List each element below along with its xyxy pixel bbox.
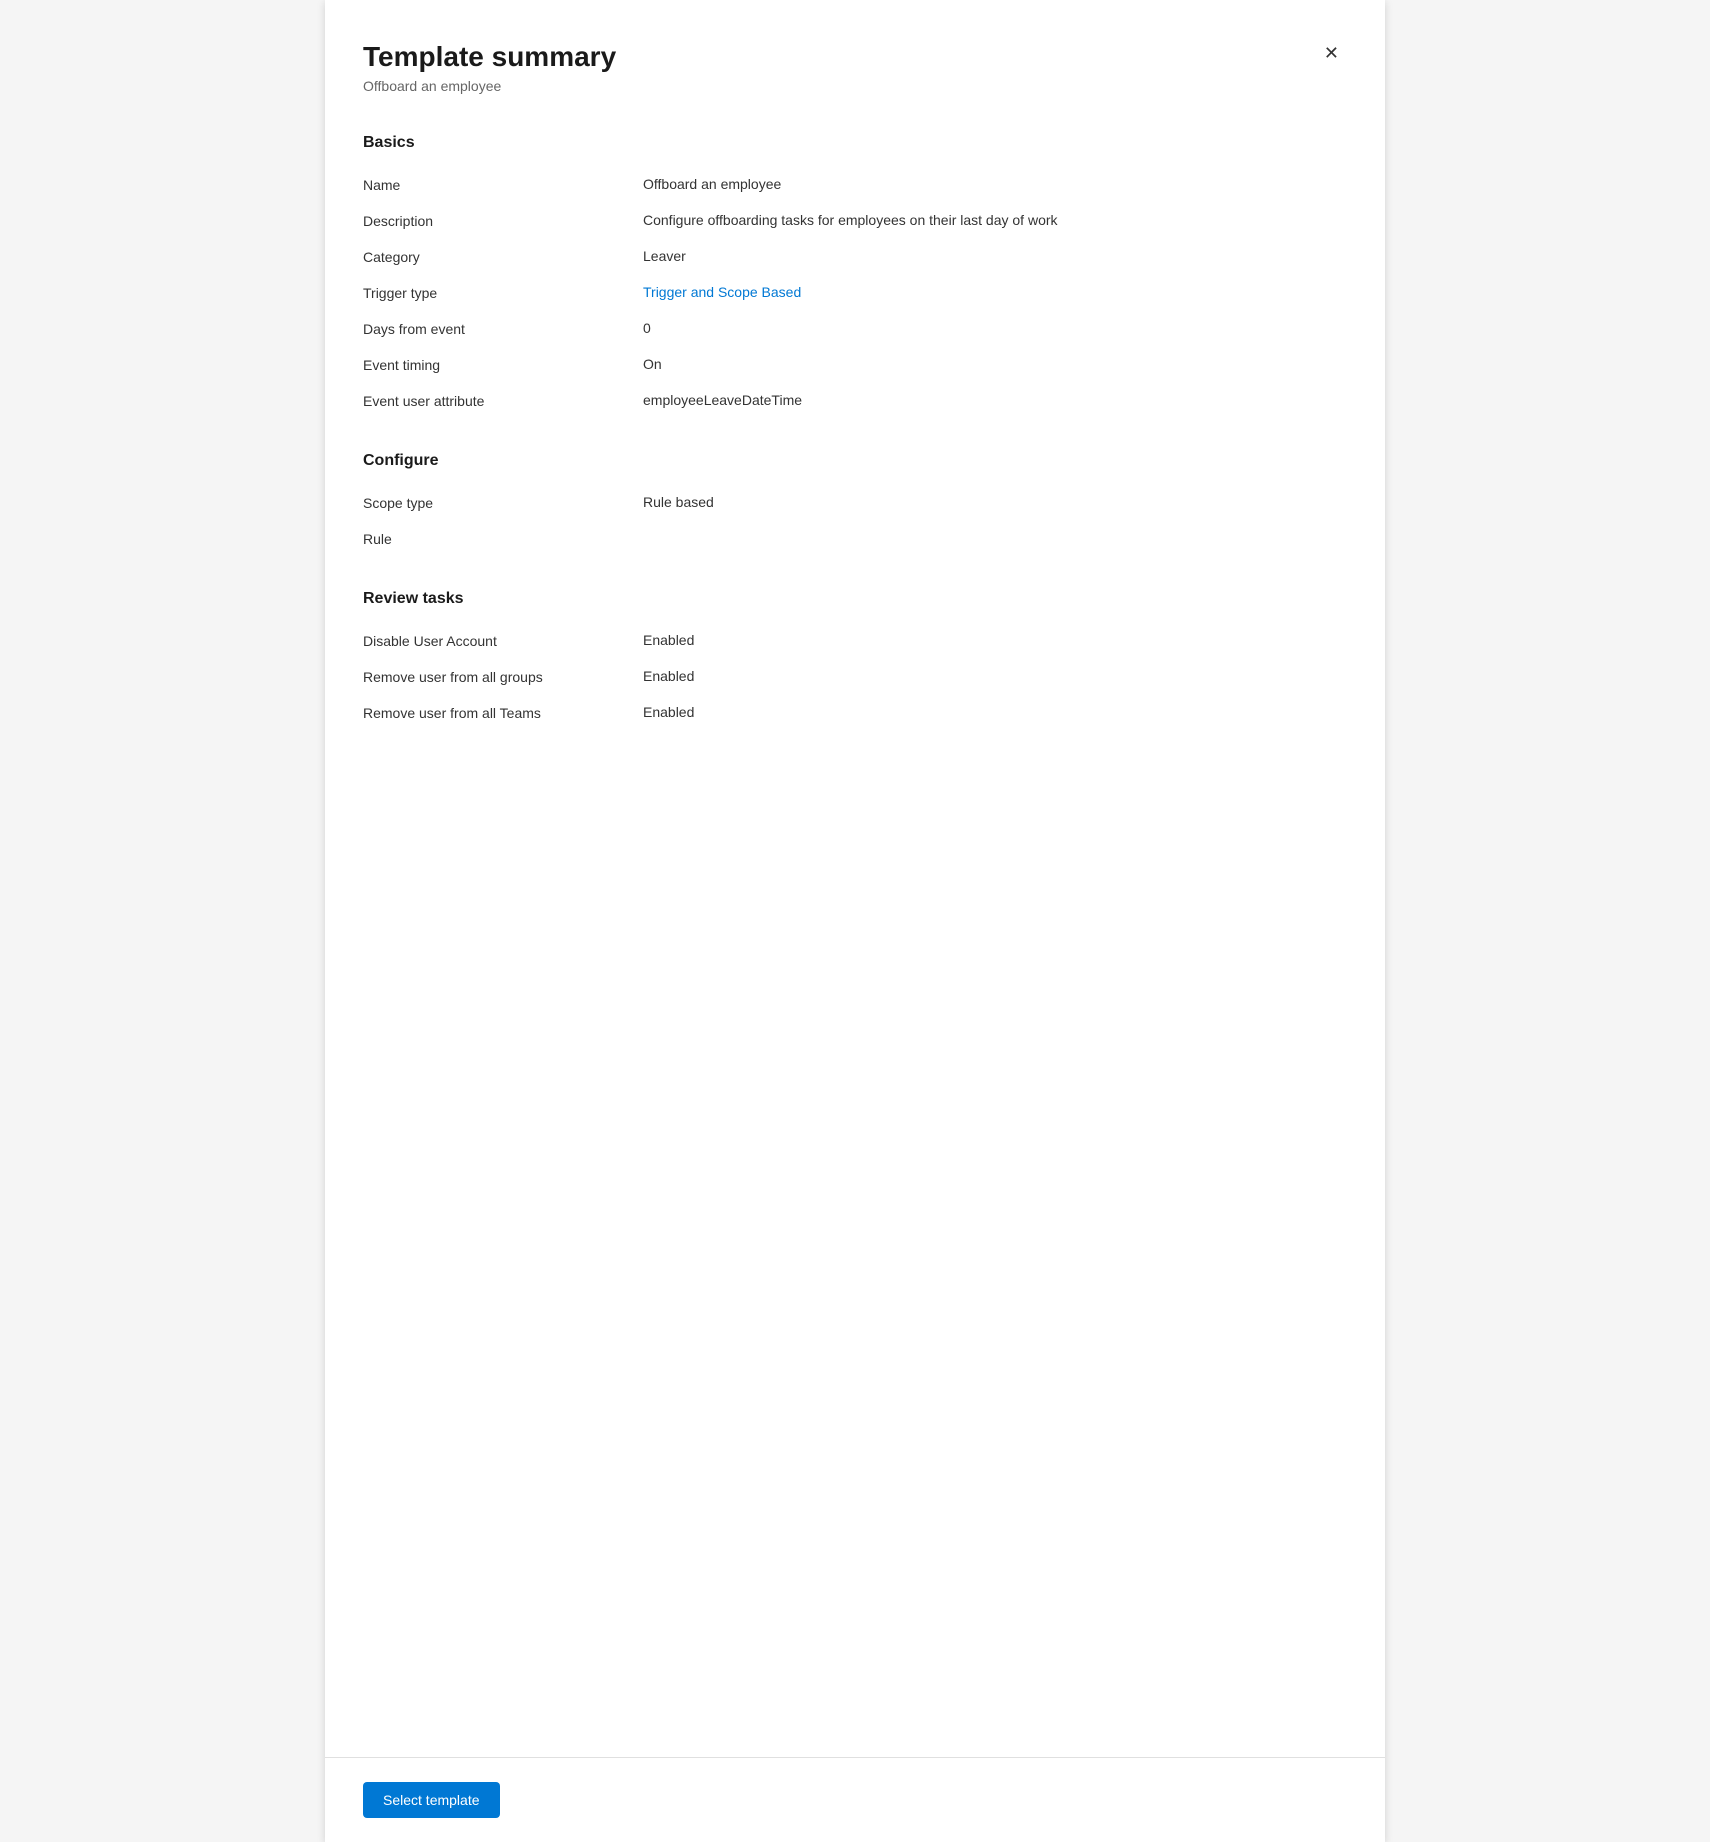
field-value-event-user-attribute: employeeLeaveDateTime xyxy=(643,392,1347,408)
field-label-scope-type: Scope type xyxy=(363,494,643,511)
field-value-category: Leaver xyxy=(643,248,1347,264)
review-tasks-section: Review tasks Disable User Account Enable… xyxy=(363,590,1347,732)
field-label-days-from-event: Days from event xyxy=(363,320,643,337)
field-label-description: Description xyxy=(363,212,643,229)
basics-section: Basics Name Offboard an employee Descrip… xyxy=(363,134,1347,420)
field-label-category: Category xyxy=(363,248,643,265)
panel-header: Template summary Offboard an employee ✕ xyxy=(363,40,1347,94)
field-label-remove-from-teams: Remove user from all Teams xyxy=(363,704,643,721)
field-value-remove-from-groups: Enabled xyxy=(643,668,1347,684)
field-row-description: Description Configure offboarding tasks … xyxy=(363,204,1347,240)
panel-content: Template summary Offboard an employee ✕ … xyxy=(325,0,1385,1757)
field-row-category: Category Leaver xyxy=(363,240,1347,276)
field-label-event-user-attribute: Event user attribute xyxy=(363,392,643,409)
field-row-days-from-event: Days from event 0 xyxy=(363,312,1347,348)
field-row-event-timing: Event timing On xyxy=(363,348,1347,384)
field-row-rule: Rule xyxy=(363,522,1347,558)
field-row-remove-from-teams: Remove user from all Teams Enabled xyxy=(363,696,1347,732)
template-summary-panel: Template summary Offboard an employee ✕ … xyxy=(325,0,1385,1842)
field-row-trigger-type: Trigger type Trigger and Scope Based xyxy=(363,276,1347,312)
field-label-name: Name xyxy=(363,176,643,193)
field-value-trigger-type: Trigger and Scope Based xyxy=(643,284,1347,300)
panel-footer: Select template xyxy=(325,1757,1385,1842)
field-value-event-timing: On xyxy=(643,356,1347,372)
field-label-trigger-type: Trigger type xyxy=(363,284,643,301)
field-label-remove-from-groups: Remove user from all groups xyxy=(363,668,643,685)
field-label-disable-user-account: Disable User Account xyxy=(363,632,643,649)
field-label-rule: Rule xyxy=(363,530,643,547)
field-value-remove-from-teams: Enabled xyxy=(643,704,1347,720)
configure-section: Configure Scope type Rule based Rule xyxy=(363,452,1347,558)
field-value-days-from-event: 0 xyxy=(643,320,1347,336)
review-tasks-section-title: Review tasks xyxy=(363,590,1347,608)
close-button[interactable]: ✕ xyxy=(1316,40,1347,66)
close-icon: ✕ xyxy=(1324,44,1339,62)
select-template-button[interactable]: Select template xyxy=(363,1782,500,1818)
field-row-scope-type: Scope type Rule based xyxy=(363,486,1347,522)
field-row-disable-user-account: Disable User Account Enabled xyxy=(363,624,1347,660)
basics-section-title: Basics xyxy=(363,134,1347,152)
field-row-name: Name Offboard an employee xyxy=(363,168,1347,204)
field-row-event-user-attribute: Event user attribute employeeLeaveDateTi… xyxy=(363,384,1347,420)
header-title-group: Template summary Offboard an employee xyxy=(363,40,616,94)
configure-section-title: Configure xyxy=(363,452,1347,470)
field-value-disable-user-account: Enabled xyxy=(643,632,1347,648)
panel-title: Template summary xyxy=(363,40,616,74)
field-row-remove-from-groups: Remove user from all groups Enabled xyxy=(363,660,1347,696)
field-value-scope-type: Rule based xyxy=(643,494,1347,510)
field-value-name: Offboard an employee xyxy=(643,176,1347,192)
field-label-event-timing: Event timing xyxy=(363,356,643,373)
panel-subtitle: Offboard an employee xyxy=(363,78,616,94)
field-value-description: Configure offboarding tasks for employee… xyxy=(643,212,1347,228)
